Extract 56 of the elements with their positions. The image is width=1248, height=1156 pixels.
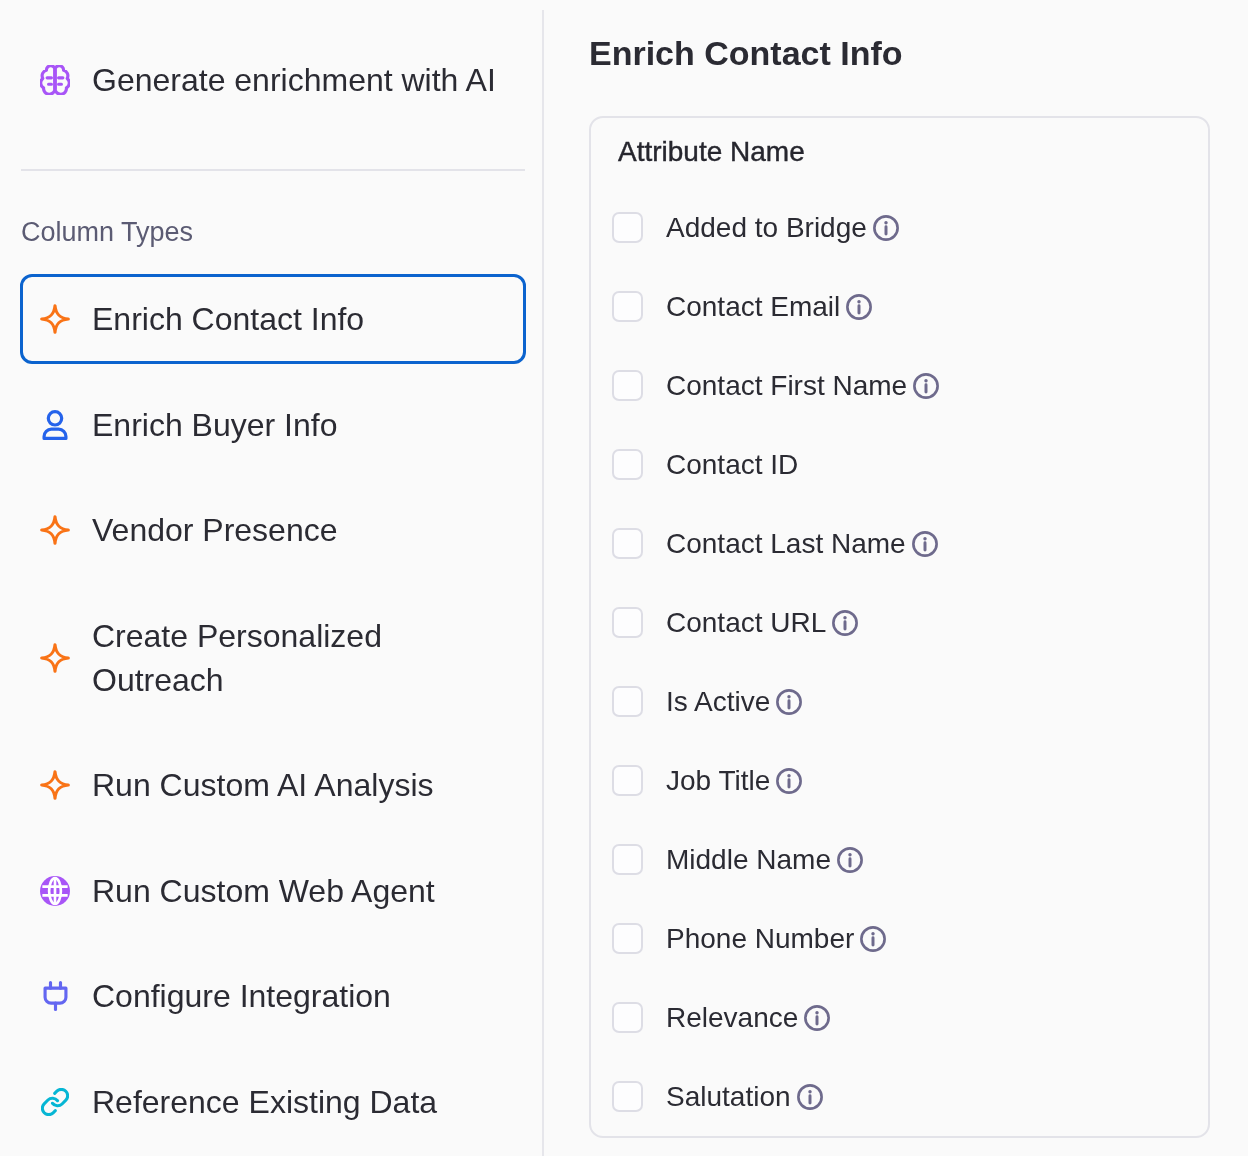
- attribute-label: Job Title: [666, 763, 771, 798]
- info-icon[interactable]: [804, 1004, 831, 1031]
- panel-title: Enrich Contact Info: [589, 33, 903, 73]
- attribute-label: Contact ID: [666, 447, 799, 482]
- info-icon[interactable]: [832, 609, 859, 636]
- checkbox[interactable]: [612, 1081, 643, 1112]
- attribute-label: Phone Number: [666, 921, 855, 956]
- column-type-item[interactable]: Enrich Contact Info: [20, 274, 526, 364]
- attribute-label: Middle Name: [666, 842, 831, 877]
- attribute-label: Relevance: [666, 1000, 799, 1035]
- generate-button[interactable]: Generate enrichment with AI: [20, 35, 526, 125]
- column-header: Attribute Name: [618, 135, 805, 169]
- checkbox[interactable]: [612, 607, 643, 638]
- checkbox[interactable]: [612, 449, 643, 480]
- sparkle-icon: [40, 770, 70, 800]
- attribute-label: Salutation: [666, 1079, 791, 1114]
- brain-icon: [40, 65, 70, 95]
- globe-icon: [40, 875, 70, 906]
- info-icon[interactable]: [860, 925, 887, 952]
- section-label: Column Types: [21, 216, 194, 249]
- sparkle-icon: [40, 642, 70, 673]
- attribute-label: Contact URL: [666, 605, 827, 640]
- info-icon[interactable]: [846, 293, 873, 320]
- link-icon: [41, 1087, 69, 1116]
- attribute-label: Added to Bridge: [666, 210, 867, 245]
- checkbox[interactable]: [612, 765, 643, 796]
- sparkle-icon: [40, 304, 70, 334]
- attribute-label: Contact Last Name: [666, 526, 906, 561]
- checkbox[interactable]: [612, 212, 643, 243]
- user-icon: [42, 409, 68, 440]
- info-icon[interactable]: [776, 688, 803, 715]
- column-type-item[interactable]: Enrich Buyer Info: [20, 379, 526, 470]
- info-icon[interactable]: [836, 846, 863, 873]
- info-icon[interactable]: [911, 530, 938, 557]
- info-icon[interactable]: [796, 1083, 823, 1110]
- attribute-label: Contact Email: [666, 289, 841, 324]
- checkbox[interactable]: [612, 370, 643, 401]
- info-icon[interactable]: [776, 767, 803, 794]
- sparkle-icon: [40, 515, 70, 545]
- checkbox[interactable]: [612, 1002, 643, 1033]
- column-type-item[interactable]: Create Personalized Outreach: [20, 590, 526, 725]
- checkbox[interactable]: [612, 844, 643, 875]
- checkbox[interactable]: [612, 528, 643, 559]
- attribute-label: Contact First Name: [666, 368, 908, 403]
- column-type-item[interactable]: Vendor Presence: [20, 485, 526, 575]
- attribute-label: Is Active: [666, 684, 771, 719]
- checkbox[interactable]: [612, 291, 643, 322]
- checkbox[interactable]: [612, 686, 643, 717]
- info-icon[interactable]: [913, 372, 940, 399]
- plug-icon: [42, 981, 68, 1011]
- column-type-item[interactable]: Configure Integration: [20, 951, 526, 1041]
- column-type-item[interactable]: Reference Existing Data: [20, 1056, 526, 1147]
- column-type-item[interactable]: Run Custom Web Agent: [20, 845, 526, 936]
- checkbox[interactable]: [612, 923, 643, 954]
- column-type-item[interactable]: Run Custom AI Analysis: [20, 740, 526, 830]
- info-icon[interactable]: [872, 214, 899, 241]
